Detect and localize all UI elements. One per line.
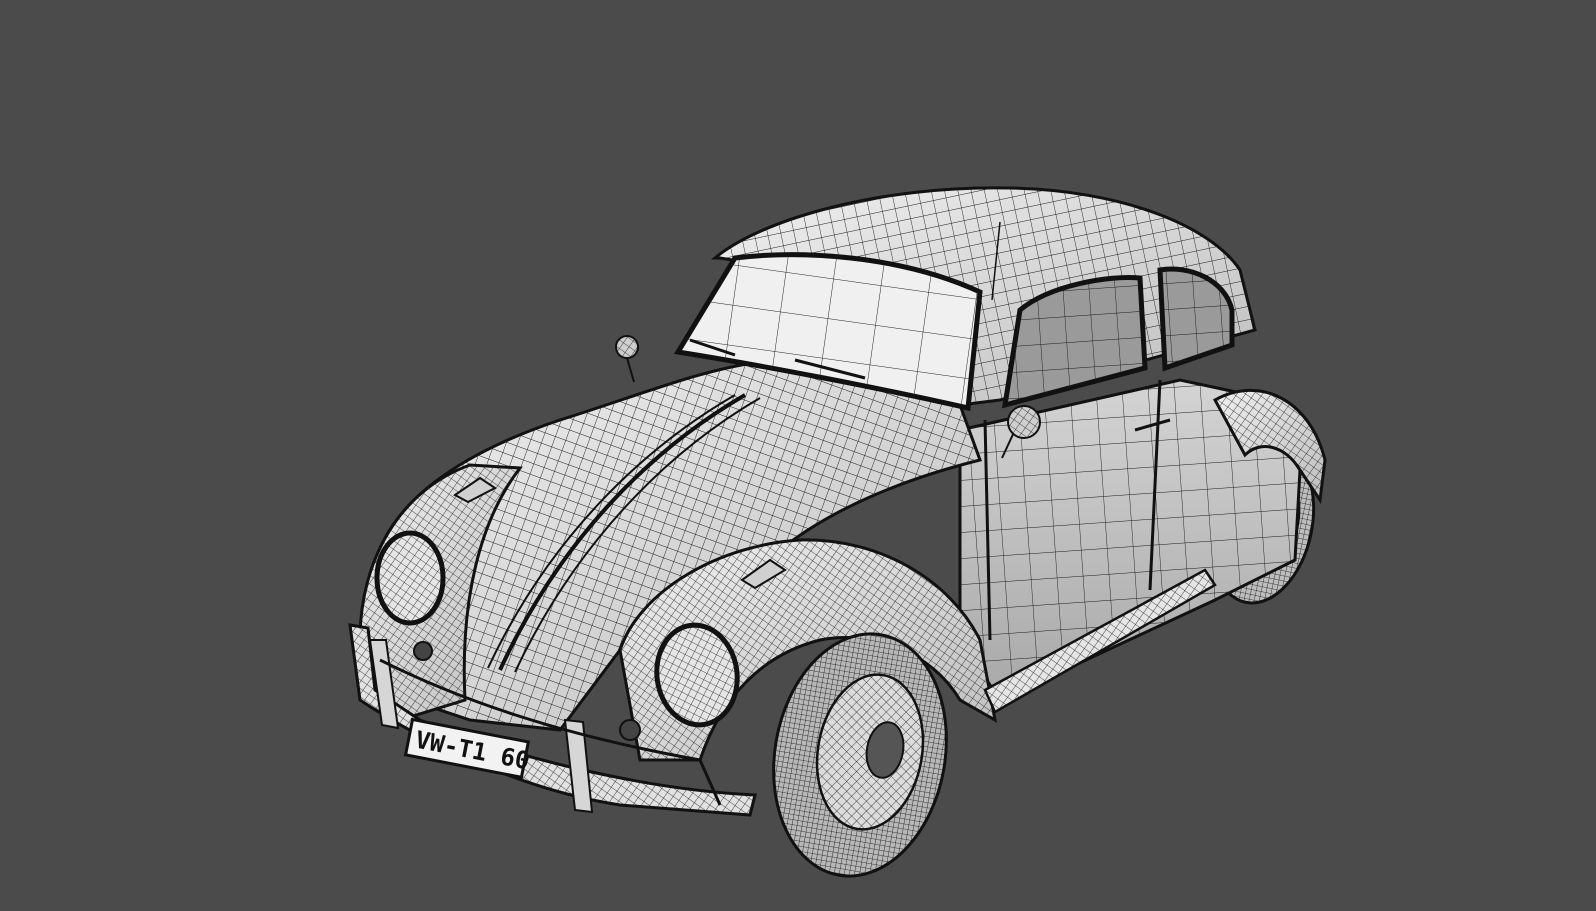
car-model-render: VW-T1 60 [348,186,1327,878]
horn-grille-left [413,641,433,661]
headlight-left [374,530,446,626]
horn-grille-right [619,719,641,741]
license-plate: VW-T1 60 [403,717,532,780]
left-mirror [615,335,639,383]
3d-viewport[interactable]: VW-T1 60 [0,0,1596,911]
